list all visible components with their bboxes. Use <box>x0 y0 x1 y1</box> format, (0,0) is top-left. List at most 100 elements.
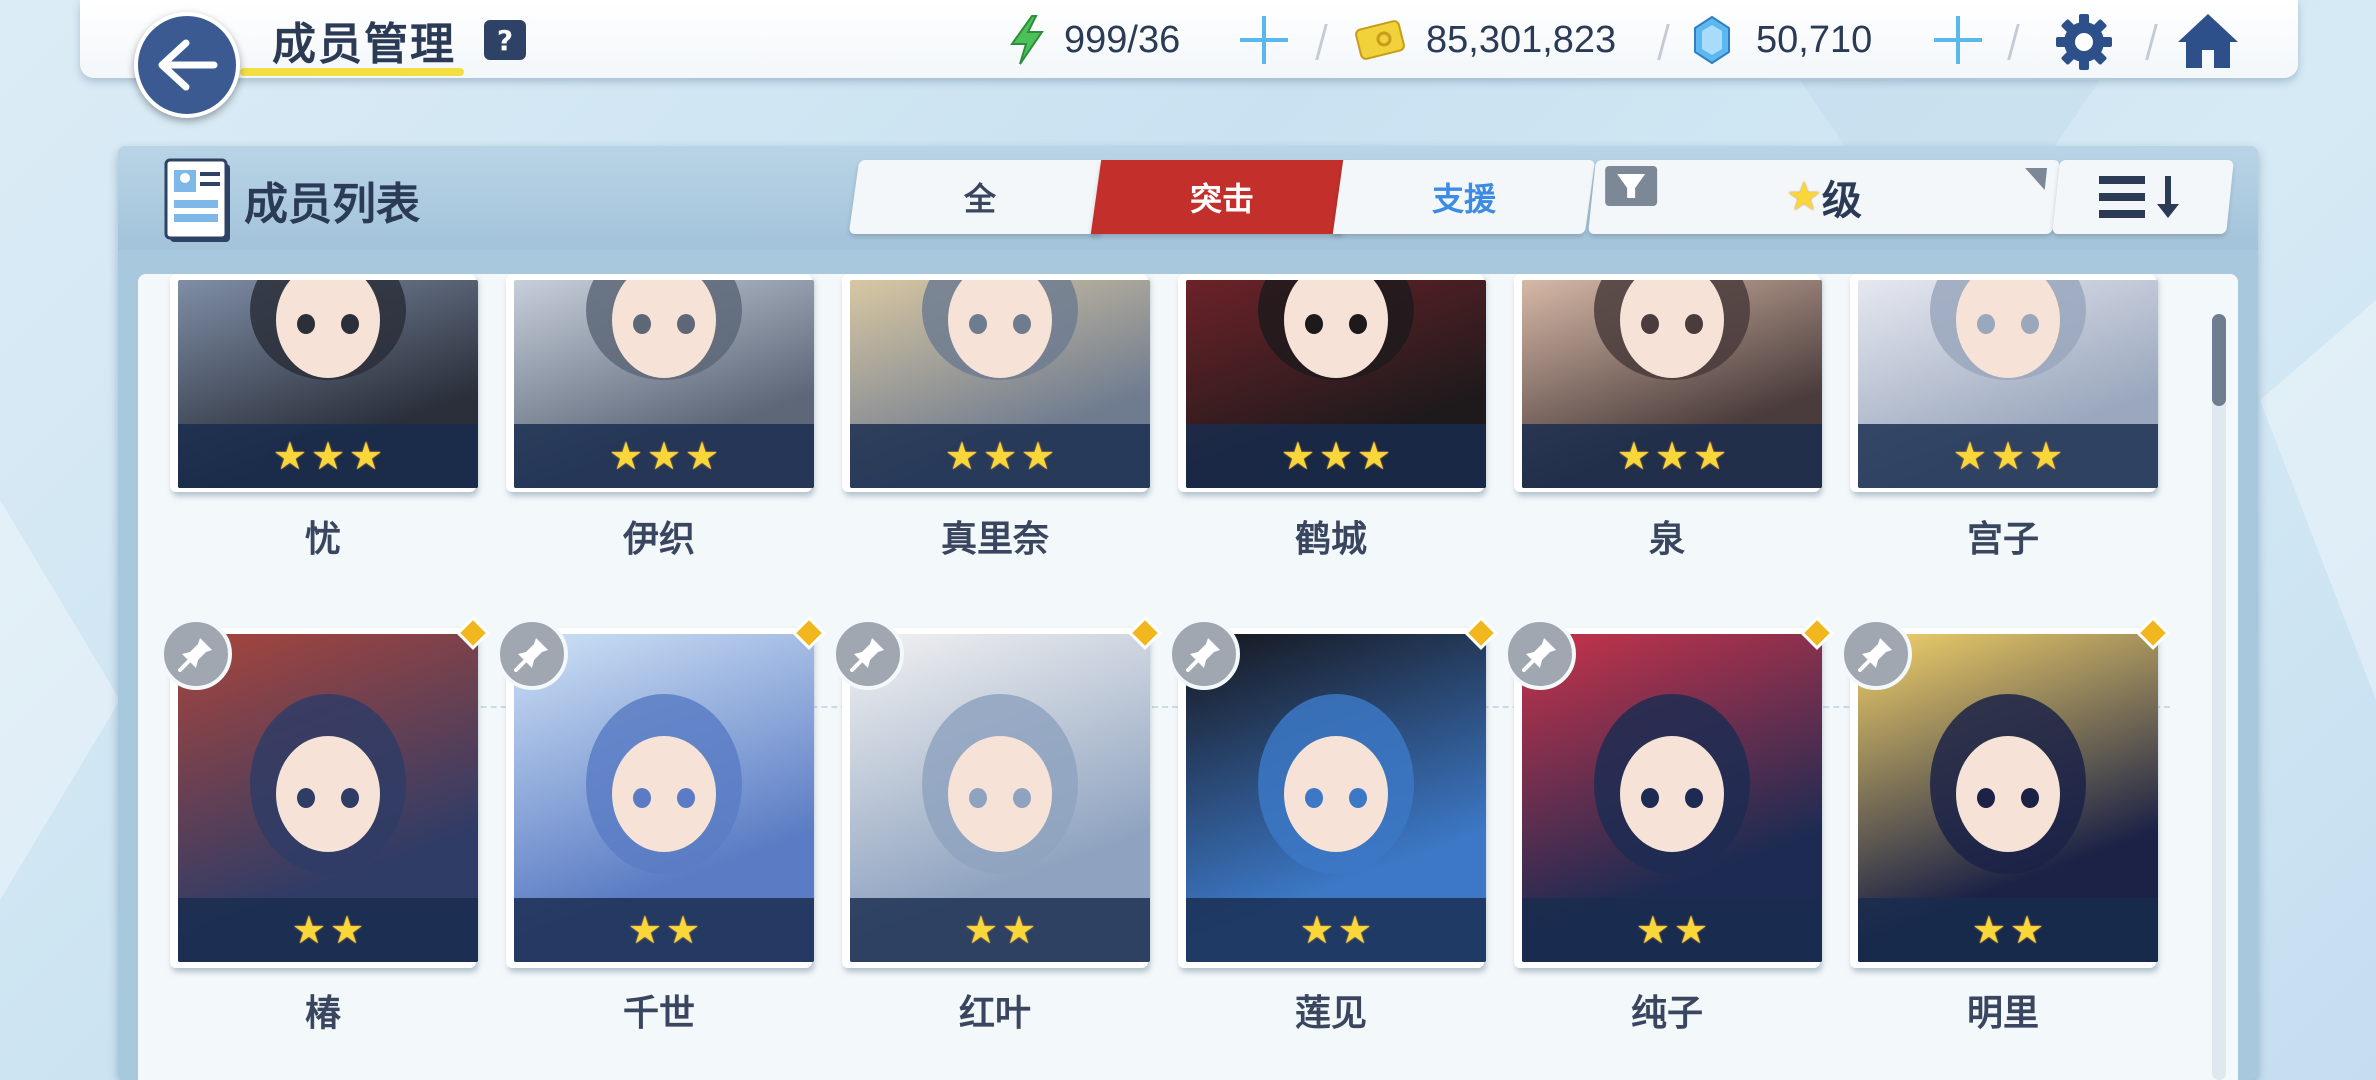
dropdown-corner-icon <box>2022 168 2048 190</box>
star-rating: ★ ★ <box>514 898 814 962</box>
pin-icon[interactable] <box>1168 618 1240 690</box>
gems-value: 50,710 <box>1756 18 1873 61</box>
lightning-icon <box>1010 15 1044 65</box>
help-button[interactable]: ? <box>484 20 526 60</box>
star-icon: ★ <box>1654 434 1690 478</box>
star-icon: ★ <box>1616 434 1651 478</box>
star-icon: ★ <box>982 434 1018 478</box>
star-icon: ★ <box>1318 434 1354 478</box>
page-title: 成员管理 <box>272 19 456 70</box>
member-name: 千世 <box>622 993 695 1034</box>
star-rating: ★ ★ <box>178 898 478 962</box>
scrollbar[interactable] <box>2212 314 2226 1080</box>
member-list-icon <box>164 158 234 248</box>
ap-plus-button[interactable] <box>1238 14 1290 66</box>
card-frame: ★ ★ ★ <box>170 274 478 492</box>
star-rating: ★ ★ <box>1186 898 1486 962</box>
card-frame: ★ ★ ★ <box>842 274 1150 492</box>
star-icon: ★ <box>272 434 307 478</box>
member-portrait: ★ ★ ★ <box>1522 280 1822 488</box>
star-icon: ★ <box>2029 434 2064 478</box>
member-grid[interactable]: ★ ★ ★ 忧 ★ ★ ★ 伊织 ★ ★ ★ 真里奈 ★ ★ ★ 鹤城 ★ ★ ★ 泉 ★ ★ ★ 宫子 ★ ★ 椿 ★ ★ 千世 ★ ★ 红… <box>138 274 2238 1080</box>
member-name: 泉 <box>1648 519 1685 560</box>
star-rating: ★ ★ <box>850 898 1150 962</box>
star-icon: ★ <box>1635 908 1670 952</box>
gem-icon <box>1694 15 1730 65</box>
member-portrait: ★ ★ <box>1186 634 1486 962</box>
member-name: 椿 <box>304 993 341 1034</box>
sort-order-button[interactable] <box>2052 160 2234 234</box>
pin-icon[interactable] <box>160 618 232 690</box>
card-frame: ★ ★ ★ <box>1850 274 2158 492</box>
member-portrait: ★ ★ ★ <box>1858 280 2158 488</box>
member-name: 伊织 <box>622 519 695 560</box>
back-button[interactable] <box>134 12 240 118</box>
member-portrait: ★ ★ ★ <box>850 280 1150 488</box>
member-portrait: ★ ★ <box>514 634 814 962</box>
star-icon: ★ <box>1021 434 1056 478</box>
member-name: 鹤城 <box>1294 519 1367 560</box>
star-icon: ★ <box>944 434 979 478</box>
member-portrait: ★ ★ <box>850 634 1150 962</box>
scrollbar-thumb[interactable] <box>2212 314 2226 406</box>
home-icon <box>2178 14 2238 68</box>
star-icon: ★ <box>666 908 701 952</box>
tab-all[interactable]: 全 <box>848 160 1112 234</box>
star-icon: ★ <box>1693 434 1728 478</box>
gems-plus-button[interactable] <box>1932 14 1984 66</box>
member-name: 忧 <box>304 519 341 560</box>
star-icon: ★ <box>1674 908 1709 952</box>
star-icon: ★ <box>1280 434 1315 478</box>
tab-assault[interactable]: 突击 <box>1090 160 1354 234</box>
gear-icon <box>2056 14 2112 70</box>
star-icon: ★ <box>349 434 384 478</box>
tab-support[interactable]: 支援 <box>1332 160 1596 234</box>
star-rating: ★ ★ ★ <box>850 424 1150 488</box>
star-rating: ★ ★ ★ <box>1858 424 2158 488</box>
star-rating: ★ ★ <box>1858 898 2158 962</box>
back-arrow-icon <box>158 39 218 91</box>
star-icon: ★ <box>291 908 326 952</box>
gems-counter: 50,710 <box>1692 12 1872 68</box>
star-rating: ★ ★ <box>1522 898 1822 962</box>
star-icon: ★ <box>1971 908 2006 952</box>
member-list-panel: 成员列表 全 突击 支援 ★ 级 ★ ★ ★ 忧 ★ ★ ★ 伊织 ★ ★ ★ 真里奈 ★ ★ ★ 鹤城 ★ ★ ★… <box>118 146 2258 1080</box>
sort-descending-icon <box>2099 176 2179 218</box>
settings-button[interactable] <box>2054 12 2114 76</box>
star-icon: ★ <box>1952 434 1987 478</box>
pin-icon[interactable] <box>496 618 568 690</box>
credits-counter: 85,301,823 <box>1354 12 1616 68</box>
member-portrait: ★ ★ <box>178 634 478 962</box>
star-icon: ★ <box>685 434 720 478</box>
card-frame: ★ ★ ★ <box>1178 274 1486 492</box>
ap-value: 999/36 <box>1064 18 1181 61</box>
member-name: 纯子 <box>1630 993 1703 1034</box>
star-icon: ★ <box>330 908 365 952</box>
pin-icon[interactable] <box>832 618 904 690</box>
pin-icon[interactable] <box>1504 618 1576 690</box>
home-button[interactable] <box>2176 10 2240 76</box>
star-icon: ★ <box>1002 908 1037 952</box>
star-icon: ★ <box>646 434 682 478</box>
star-icon: ★ <box>1338 908 1373 952</box>
member-portrait: ★ ★ ★ <box>1186 280 1486 488</box>
sort-dropdown[interactable]: ★ 级 <box>1588 160 2060 234</box>
credits-value: 85,301,823 <box>1426 18 1617 61</box>
star-icon: ★ <box>627 908 662 952</box>
card-frame: ★ ★ ★ <box>1514 274 1822 492</box>
card-frame: ★ ★ ★ <box>506 274 814 492</box>
star-rating: ★ ★ ★ <box>514 424 814 488</box>
star-icon: ★ <box>1357 434 1392 478</box>
star-icon: ★ <box>963 908 998 952</box>
member-portrait: ★ ★ <box>1858 634 2158 962</box>
star-icon: ★ <box>1786 174 1822 220</box>
member-portrait: ★ ★ <box>1522 634 1822 962</box>
ap-counter: 999/36 <box>1008 12 1180 68</box>
star-rating: ★ ★ ★ <box>178 424 478 488</box>
star-icon: ★ <box>310 434 346 478</box>
member-name: 莲见 <box>1294 993 1367 1034</box>
star-rating: ★ ★ ★ <box>1522 424 1822 488</box>
member-name: 明里 <box>1966 993 2039 1034</box>
member-portrait: ★ ★ ★ <box>178 280 478 488</box>
pin-icon[interactable] <box>1840 618 1912 690</box>
